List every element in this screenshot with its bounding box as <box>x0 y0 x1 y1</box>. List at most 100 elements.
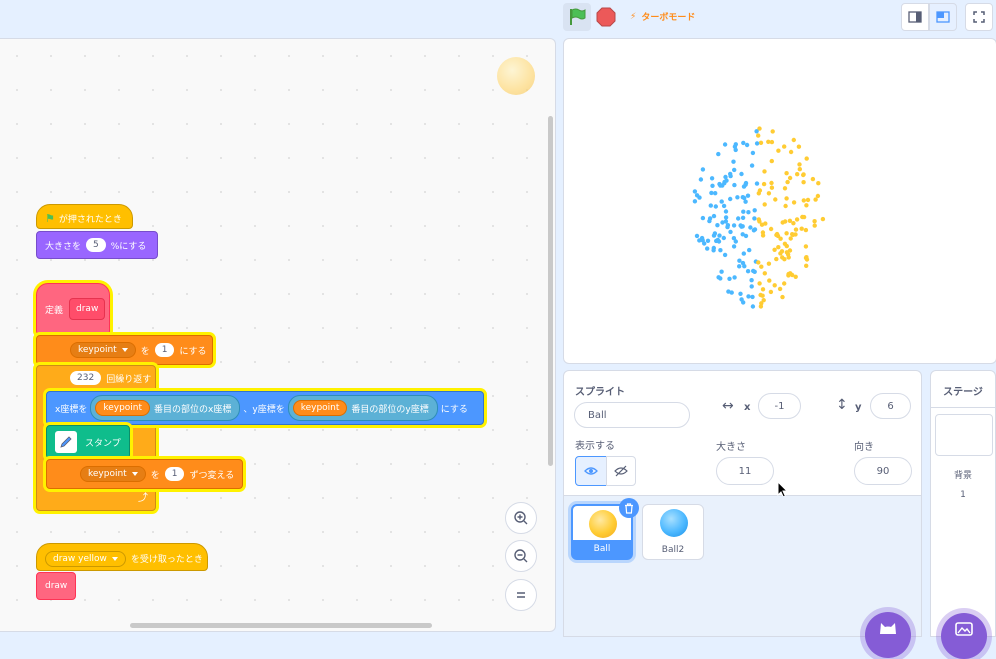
face-point <box>726 289 731 294</box>
repeat-count-input[interactable]: 232 <box>70 371 102 385</box>
repeat-label: 回繰り返す <box>106 374 152 385</box>
face-point <box>700 215 706 221</box>
face-point <box>788 236 793 241</box>
face-point <box>747 247 752 253</box>
face-point <box>754 129 759 134</box>
green-flag-button[interactable] <box>563 3 591 31</box>
chevron-down-icon <box>131 472 138 476</box>
stage-selector-panel[interactable]: ステージ 背景 1 <box>930 370 996 659</box>
define-block[interactable]: 定義 draw <box>36 283 110 335</box>
backdrop-thumbnail[interactable] <box>935 414 993 456</box>
face-point <box>746 210 751 215</box>
large-stage-icon <box>936 11 950 23</box>
face-point <box>812 219 817 224</box>
zoom-out-button[interactable] <box>505 540 537 572</box>
face-point <box>712 231 718 236</box>
change-variable-value-input[interactable]: 1 <box>164 467 185 481</box>
face-point <box>723 209 729 214</box>
x-position-input[interactable]: -1 <box>758 393 801 419</box>
show-label: 表示する <box>575 441 615 452</box>
y-position-input[interactable]: 6 <box>870 393 911 419</box>
face-point <box>739 224 744 229</box>
direction-input[interactable]: 90 <box>854 457 912 485</box>
stage-canvas[interactable] <box>563 38 996 364</box>
sprite-name-ball2: Ball2 <box>661 545 685 555</box>
vertical-scrollbar[interactable] <box>548 116 553 466</box>
show-sprite-button[interactable] <box>575 456 607 486</box>
sprite-name-ball: Ball <box>573 540 631 558</box>
message-dropdown[interactable]: draw yellow <box>45 550 126 567</box>
face-point <box>774 231 780 237</box>
size-input[interactable]: 11 <box>716 457 774 485</box>
face-point <box>820 216 826 222</box>
face-point <box>721 203 727 209</box>
when-flag-clicked-block[interactable]: ⚑ が押されたとき <box>36 204 133 229</box>
horizontal-scrollbar[interactable] <box>130 623 432 628</box>
zoom-reset-button[interactable] <box>505 579 537 611</box>
face-point <box>801 180 806 185</box>
stop-button[interactable] <box>592 3 620 31</box>
face-point <box>776 245 781 250</box>
add-sprite-button[interactable] <box>865 612 911 658</box>
face-point <box>757 281 762 286</box>
face-point <box>786 271 791 277</box>
sprite-panel-title: スプライト <box>575 387 625 398</box>
when-receive-block[interactable]: draw yellow を受け取ったとき <box>36 543 208 571</box>
sprite-card-ball2[interactable]: Ball2 <box>642 504 704 560</box>
face-point <box>705 246 710 251</box>
face-point <box>759 222 765 227</box>
change-variable-dropdown[interactable]: keypoint <box>80 466 146 482</box>
face-point <box>793 274 798 279</box>
turbo-mode-indicator: ⚡ ターボモード <box>630 10 696 24</box>
large-stage-button[interactable] <box>929 3 957 31</box>
trash-icon <box>625 502 633 514</box>
when-receive-suffix: を受け取ったとき <box>130 555 203 565</box>
set-size-block[interactable]: 大きさを 5 %にする <box>36 231 158 259</box>
x-reporter[interactable]: keypoint 番目の部位のx座標 <box>90 395 241 421</box>
face-point <box>769 180 774 186</box>
face-point <box>762 202 767 207</box>
face-point <box>759 264 764 269</box>
face-point <box>784 196 789 201</box>
y-reporter[interactable]: keypoint 番目の部位のy座標 <box>287 395 438 421</box>
face-point <box>766 191 772 196</box>
backdrop-label: 背景 <box>953 471 972 481</box>
zoom-in-button[interactable] <box>505 502 537 534</box>
x-reporter-variable[interactable]: keypoint <box>95 400 151 416</box>
direction-label: 向き <box>854 442 874 453</box>
sprite-name-input[interactable]: Ball <box>574 402 690 428</box>
stamp-block[interactable]: スタンプ <box>46 425 130 459</box>
set-variable-value-input[interactable]: 1 <box>154 343 175 357</box>
size-percent-input[interactable]: 5 <box>86 238 106 252</box>
fullscreen-button[interactable] <box>965 3 993 31</box>
y-reporter-variable[interactable]: keypoint <box>292 400 348 416</box>
face-point <box>694 193 700 198</box>
stop-icon <box>596 7 616 27</box>
delete-sprite-button[interactable] <box>619 498 639 518</box>
face-point <box>727 276 732 281</box>
set-variable-block[interactable]: keypoint を 1 にする <box>36 335 213 365</box>
face-point <box>723 215 729 220</box>
face-point <box>707 216 713 221</box>
face-point <box>711 248 716 253</box>
variable-dropdown[interactable]: keypoint <box>70 342 136 358</box>
face-point <box>797 167 802 172</box>
call-draw-label: draw <box>45 581 68 591</box>
face-point <box>768 226 774 232</box>
add-backdrop-button[interactable] <box>941 613 987 659</box>
hide-sprite-button[interactable] <box>606 456 636 486</box>
stage-panel-divider <box>931 407 995 408</box>
face-point <box>709 190 714 196</box>
goto-xy-block[interactable]: x座標を keypoint 番目の部位のx座標 、y座標を keypoint 番… <box>46 391 484 425</box>
small-stage-button[interactable] <box>901 3 929 31</box>
face-point <box>716 151 721 157</box>
change-variable-block[interactable]: keypoint を 1 ずつ変える <box>46 459 243 489</box>
call-draw-block[interactable]: draw <box>36 572 76 600</box>
face-point <box>731 159 736 164</box>
face-point <box>717 181 722 187</box>
face-point <box>732 144 738 149</box>
sprite-card-ball[interactable]: Ball <box>571 498 639 560</box>
sprite-name-value: Ball <box>588 409 607 421</box>
turbo-mode-label: ターボモード <box>641 13 696 23</box>
eye-slash-icon <box>614 465 628 477</box>
